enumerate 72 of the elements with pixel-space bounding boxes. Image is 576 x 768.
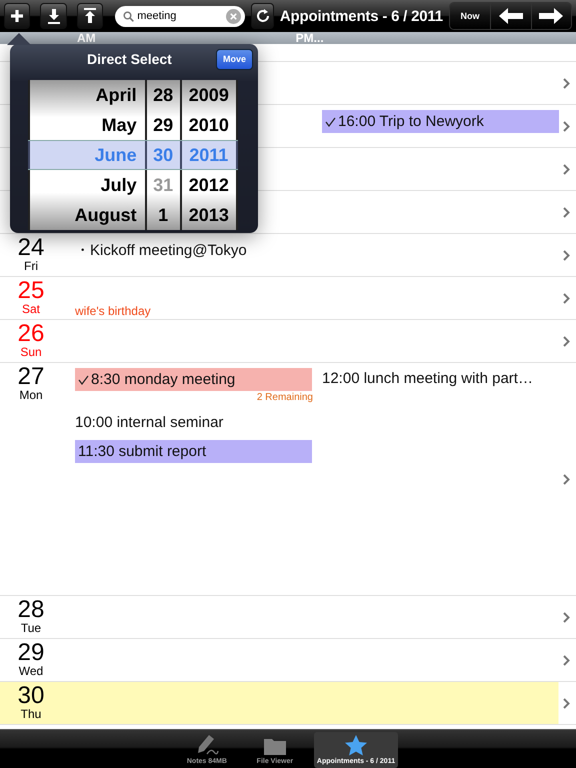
- weekday-label: Mon: [19, 389, 43, 402]
- previous-button[interactable]: [490, 3, 531, 29]
- refresh-icon: [254, 8, 271, 24]
- download-button[interactable]: [40, 3, 67, 29]
- picker-item[interactable]: 1: [146, 200, 180, 230]
- chevron-icon: [563, 474, 570, 485]
- day-row[interactable]: 30 Thu: [0, 682, 576, 725]
- picker-item[interactable]: 29: [146, 110, 180, 140]
- day-row[interactable]: 27 Mon 8:30 monday meeting 2 Remaining 10:00 internal seminar 11:30 submit report 12:00 lunch meeting with part…: [0, 363, 576, 596]
- day-number: 25: [18, 279, 44, 303]
- chevron-icon: [563, 612, 570, 623]
- pm-label: PM...: [296, 31, 324, 45]
- weekday-label: Tue: [20, 622, 42, 635]
- day-row[interactable]: 28 Tue: [0, 596, 576, 639]
- move-button[interactable]: Move: [216, 48, 253, 70]
- picker-item[interactable]: 2010: [182, 110, 236, 140]
- picker-item[interactable]: August: [30, 200, 145, 230]
- chevron-icon: [563, 78, 570, 89]
- day-row[interactable]: 25 Sat wife's birthday: [0, 277, 576, 320]
- event-text[interactable]: 12:00 lunch meeting with part…: [322, 368, 559, 387]
- event-block[interactable]: 16:00 Trip to Newyork: [322, 110, 559, 133]
- event-text[interactable]: 10:00 internal seminar: [75, 412, 319, 431]
- search-field[interactable]: meeting: [115, 6, 246, 26]
- star-icon: [345, 735, 367, 756]
- plus-icon: [10, 9, 24, 23]
- chevron-icon: [563, 164, 570, 175]
- upload-button[interactable]: [76, 3, 104, 29]
- add-button[interactable]: [4, 3, 30, 29]
- weekday-label: Wed: [18, 665, 44, 678]
- remaining-label: 2 Remaining: [256, 392, 313, 403]
- day-number: 27: [18, 365, 44, 389]
- picker-item[interactable]: May: [30, 110, 145, 140]
- chevron-icon: [563, 293, 570, 304]
- next-button[interactable]: [530, 3, 572, 29]
- event-block[interactable]: 8:30 monday meeting: [75, 368, 312, 391]
- picker-item[interactable]: 2013: [182, 200, 236, 230]
- check-icon: [78, 374, 89, 384]
- chevron-icon: [563, 121, 570, 132]
- day-row[interactable]: 24 Fri ・Kickoff meeting@Tokyo: [0, 234, 576, 277]
- chevron-icon: [563, 655, 570, 666]
- picker-item[interactable]: 2012: [182, 170, 236, 200]
- right-arrow-icon: [539, 8, 564, 24]
- picker-item[interactable]: July: [30, 170, 145, 200]
- day-number: 24: [18, 236, 44, 260]
- weekday-label: Sat: [22, 303, 40, 316]
- weekday-label: Sun: [20, 346, 42, 359]
- popover-title: Direct Select: [87, 51, 172, 67]
- weekday-label: Fri: [24, 260, 38, 273]
- now-button[interactable]: Now: [450, 3, 490, 29]
- left-arrow-icon: [498, 8, 523, 24]
- upload-icon: [82, 8, 98, 24]
- search-icon: [123, 10, 134, 22]
- event-block[interactable]: 11:30 submit report: [75, 440, 312, 463]
- check-icon: [325, 116, 336, 126]
- am-label: AM: [77, 31, 96, 45]
- chevron-icon: [563, 698, 570, 709]
- weekday-label: Thu: [20, 708, 42, 721]
- chevron-icon: [563, 207, 570, 218]
- popover-arrow-icon: [7, 33, 31, 45]
- download-icon: [46, 8, 62, 24]
- day-number: 30: [18, 684, 44, 708]
- chevron-icon: [563, 250, 570, 261]
- window-title: Appointments - 6 / 2011: [280, 8, 443, 24]
- event-text[interactable]: ・Kickoff meeting@Tokyo: [75, 239, 319, 260]
- day-row[interactable]: 26 Sun: [0, 320, 576, 363]
- day-number: 28: [18, 598, 44, 622]
- day-number: 26: [18, 322, 44, 346]
- folder-icon: [262, 736, 287, 756]
- day-number: 29: [18, 641, 44, 665]
- event-note: wife's birthday: [75, 304, 152, 318]
- chevron-icon: [563, 336, 570, 347]
- refresh-button[interactable]: [251, 3, 274, 29]
